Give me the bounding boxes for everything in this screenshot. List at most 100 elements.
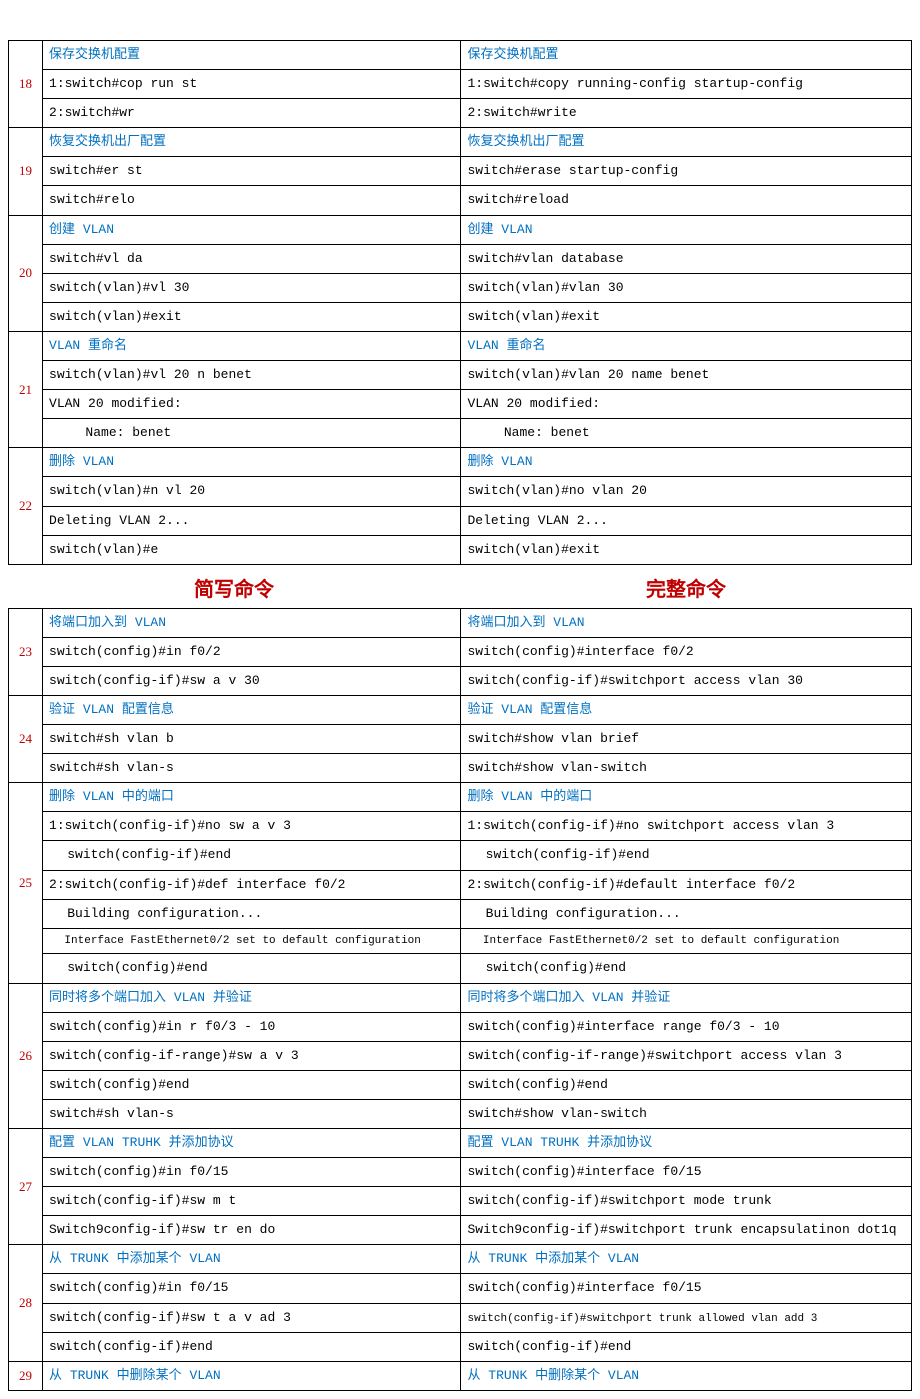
cell-full: switch#show vlan-switch	[461, 754, 912, 783]
cell-short: switch(config)#end	[43, 954, 461, 983]
command-line: switch(vlan)#no vlan 20	[467, 483, 646, 498]
cell-full: switch#show vlan brief	[461, 725, 912, 754]
command-line: VLAN 20 modified:	[467, 396, 600, 411]
cell-short: switch(config)#in f0/2	[43, 637, 461, 666]
cell-full: switch(vlan)#vlan 20 name benet	[461, 361, 912, 390]
command-line: switch(config-if-range)#sw a v 3	[49, 1048, 299, 1063]
cell-full: switch(vlan)#exit	[461, 535, 912, 564]
cell-full: 1:switch(config-if)#no switchport access…	[461, 812, 912, 841]
row-title-full: 恢复交换机出厂配置	[461, 128, 912, 157]
command-line: switch#relo	[49, 192, 135, 207]
row-number: 28	[9, 1245, 43, 1361]
row-title-full: 同时将多个端口加入 VLAN 并验证	[461, 983, 912, 1012]
command-line: switch(config-if)#end	[49, 844, 454, 866]
command-line: switch#reload	[467, 192, 568, 207]
cell-short: 1:switch(config-if)#no sw a v 3	[43, 812, 461, 841]
cell-short: switch#er st	[43, 157, 461, 186]
cell-short: switch(vlan)#e	[43, 535, 461, 564]
cell-short: switch#sh vlan b	[43, 725, 461, 754]
row-title-full: 删除 VLAN	[461, 448, 912, 477]
cell-full: Deleting VLAN 2...	[461, 506, 912, 535]
command-line: switch(config-if)#switchport access vlan…	[467, 673, 802, 688]
row-number: 26	[9, 983, 43, 1128]
command-line: switch(vlan)#vl 20 n benet	[49, 367, 252, 382]
cell-short: switch(vlan)#n vl 20	[43, 477, 461, 506]
command-line: switch(config)#in f0/15	[49, 1280, 228, 1295]
cell-short: switch#sh vlan-s	[43, 1099, 461, 1128]
cell-short: switch(config)#end	[43, 1070, 461, 1099]
command-line: 2:switch#write	[467, 105, 576, 120]
cell-full: 2:switch(config-if)#default interface f0…	[461, 870, 912, 899]
cell-short: switch(config-if-range)#sw a v 3	[43, 1041, 461, 1070]
command-line: switch(config-if)#switchport mode trunk	[467, 1193, 771, 1208]
command-line: switch(config)#interface range f0/3 - 10	[467, 1019, 779, 1034]
command-line: switch#show vlan-switch	[467, 760, 646, 775]
command-line: switch(vlan)#vl 30	[49, 280, 189, 295]
command-line: switch(vlan)#e	[49, 542, 158, 557]
command-line: switch(vlan)#vlan 20 name benet	[467, 367, 709, 382]
command-line: switch(vlan)#exit	[49, 309, 182, 324]
row-title-full: 从 TRUNK 中添加某个 VLAN	[461, 1245, 912, 1274]
command-line: switch#sh vlan-s	[49, 1106, 174, 1121]
command-line: switch(config)#end	[467, 957, 905, 979]
cell-full: switch(vlan)#vlan 30	[461, 273, 912, 302]
command-line: switch#er st	[49, 163, 143, 178]
row-title-full: 将端口加入到 VLAN	[461, 608, 912, 637]
command-line: switch(config)#end	[49, 1077, 189, 1092]
cell-full: switch#show vlan-switch	[461, 1099, 912, 1128]
cell-short: Deleting VLAN 2...	[43, 506, 461, 535]
cell-full: Switch9config-if)#switchport trunk encap…	[461, 1216, 912, 1245]
cell-short: switch#relo	[43, 186, 461, 215]
command-line: switch(config-if)#sw t a v ad 3	[49, 1310, 291, 1325]
cell-full: switch(config-if)#end	[461, 1332, 912, 1361]
command-line: Switch9config-if)#switchport trunk encap…	[467, 1222, 896, 1237]
cell-full: VLAN 20 modified:	[461, 390, 912, 419]
cell-short: 2:switch#wr	[43, 99, 461, 128]
cell-full: switch(vlan)#exit	[461, 302, 912, 331]
row-title-full: 创建 VLAN	[461, 215, 912, 244]
cell-short: switch(vlan)#vl 30	[43, 273, 461, 302]
command-line: switch(config)#in r f0/3 - 10	[49, 1019, 275, 1034]
cell-short: 2:switch(config-if)#def interface f0/2	[43, 870, 461, 899]
cell-short: switch(vlan)#vl 20 n benet	[43, 361, 461, 390]
cell-full: switch#reload	[461, 186, 912, 215]
command-line: 1:switch#cop run st	[49, 76, 197, 91]
row-number: 29	[9, 1361, 43, 1390]
header-short: 简写命令	[8, 573, 460, 602]
cell-full: switch(config)#interface range f0/3 - 10	[461, 1012, 912, 1041]
command-line: switch(config-if)#end	[467, 1339, 631, 1354]
command-line: switch(config-if)#sw m t	[49, 1193, 236, 1208]
command-line: switch#sh vlan b	[49, 731, 174, 746]
command-line: switch(config)#in f0/15	[49, 1164, 228, 1179]
command-line: 1:switch#copy running-config startup-con…	[467, 76, 802, 91]
cell-short: switch(config-if)#end	[43, 1332, 461, 1361]
command-line: switch(config)#in f0/2	[49, 644, 221, 659]
row-title-short: 删除 VLAN 中的端口	[43, 783, 461, 812]
cell-short: switch(config)#in r f0/3 - 10	[43, 1012, 461, 1041]
row-title-full: 删除 VLAN 中的端口	[461, 783, 912, 812]
cell-short: switch(config-if)#sw a v 30	[43, 666, 461, 695]
row-title-short: 创建 VLAN	[43, 215, 461, 244]
command-line: switch(config-if-range)#switchport acces…	[467, 1048, 841, 1063]
command-line: Name: benet	[467, 422, 905, 444]
cell-full: Interface FastEthernet0/2 set to default…	[461, 928, 912, 954]
command-line: switch(config-if)#end	[467, 844, 905, 866]
cell-full: switch(vlan)#no vlan 20	[461, 477, 912, 506]
command-line: Building configuration...	[467, 903, 905, 925]
row-title-short: 配置 VLAN TRUHK 并添加协议	[43, 1128, 461, 1157]
row-title-short: 删除 VLAN	[43, 448, 461, 477]
cell-short: switch(config-if)#sw t a v ad 3	[43, 1303, 461, 1332]
cell-short: switch#vl da	[43, 244, 461, 273]
cell-full: Building configuration...	[461, 899, 912, 928]
header-full: 完整命令	[460, 573, 912, 602]
command-line: Interface FastEthernet0/2 set to default…	[49, 932, 454, 951]
command-line: switch(config)#end	[467, 1077, 607, 1092]
row-title-full: 验证 VLAN 配置信息	[461, 695, 912, 724]
cell-full: switch(config-if)#switchport mode trunk	[461, 1187, 912, 1216]
cell-full: switch(config)#interface f0/2	[461, 637, 912, 666]
command-line: switch(config-if)#end	[49, 1339, 213, 1354]
cell-short: Building configuration...	[43, 899, 461, 928]
row-number: 27	[9, 1128, 43, 1244]
command-line: switch#show vlan brief	[467, 731, 639, 746]
row-title-short: 保存交换机配置	[43, 41, 461, 70]
